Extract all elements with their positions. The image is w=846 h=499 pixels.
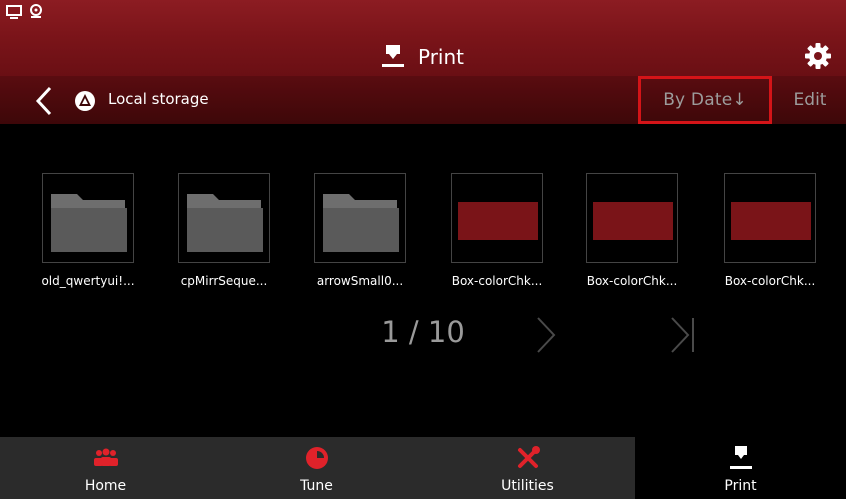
status-bar xyxy=(0,0,846,38)
file-name: old_qwertyui!... xyxy=(41,274,135,288)
model-preview xyxy=(593,202,673,240)
file-name: Box-colorChk... xyxy=(451,274,543,288)
header: Print xyxy=(0,38,846,76)
model-thumbnail xyxy=(724,173,816,263)
pie-icon xyxy=(305,447,328,469)
tools-icon xyxy=(517,446,540,468)
model-preview xyxy=(731,202,811,240)
webcam-icon xyxy=(30,4,42,18)
tab-home[interactable]: Home xyxy=(0,437,211,499)
file-item-folder[interactable]: old_qwertyui!... xyxy=(28,173,148,293)
file-name: Box-colorChk... xyxy=(586,274,678,288)
file-item-model[interactable]: Box-colorChk... xyxy=(710,173,830,293)
folder-thumbnail xyxy=(42,173,134,263)
tab-label: Tune xyxy=(300,478,333,494)
file-item-folder[interactable]: cpMirrSeque... xyxy=(164,173,284,293)
file-item-model[interactable]: Box-colorChk... xyxy=(572,173,692,293)
file-name: Box-colorChk... xyxy=(724,274,816,288)
file-item-model[interactable]: Box-colorChk... xyxy=(437,173,557,293)
page-title-text: Print xyxy=(417,45,464,69)
tab-label: Home xyxy=(84,478,127,494)
tab-tune[interactable]: Tune xyxy=(211,437,422,499)
nav-bar: Local storage By Date↓ Edit xyxy=(0,76,846,124)
gear-icon[interactable] xyxy=(804,42,832,70)
users-icon xyxy=(93,448,118,466)
monitor-icon xyxy=(6,5,22,19)
last-page-icon[interactable] xyxy=(670,316,696,354)
page-title: Print xyxy=(0,38,846,76)
file-name: arrowSmall0... xyxy=(316,274,404,288)
folder-thumbnail xyxy=(178,173,270,263)
print-icon xyxy=(381,45,404,67)
storage-icon xyxy=(75,91,95,111)
folder-thumbnail xyxy=(314,173,406,263)
folder-icon xyxy=(187,194,263,252)
file-item-folder[interactable]: arrowSmall0... xyxy=(300,173,420,293)
storage-label: Local storage xyxy=(108,90,209,108)
tab-bar: Home Tune Utilities Print xyxy=(0,437,846,499)
model-thumbnail xyxy=(451,173,543,263)
next-page-icon[interactable] xyxy=(536,316,556,354)
back-arrow-icon[interactable] xyxy=(34,86,54,116)
tab-label: Print xyxy=(724,478,757,494)
tab-utilities[interactable]: Utilities xyxy=(422,437,633,499)
sort-by-date-button[interactable]: By Date↓ xyxy=(638,76,772,124)
model-thumbnail xyxy=(586,173,678,263)
folder-icon xyxy=(51,194,127,252)
file-name: cpMirrSeque... xyxy=(180,274,268,288)
print-icon xyxy=(729,446,752,469)
tab-print[interactable]: Print xyxy=(635,437,846,499)
folder-icon xyxy=(323,194,399,252)
model-preview xyxy=(458,202,538,240)
tab-label: Utilities xyxy=(501,478,554,494)
page-indicator: 1 / 10 xyxy=(381,315,465,349)
edit-button[interactable]: Edit xyxy=(780,76,840,124)
